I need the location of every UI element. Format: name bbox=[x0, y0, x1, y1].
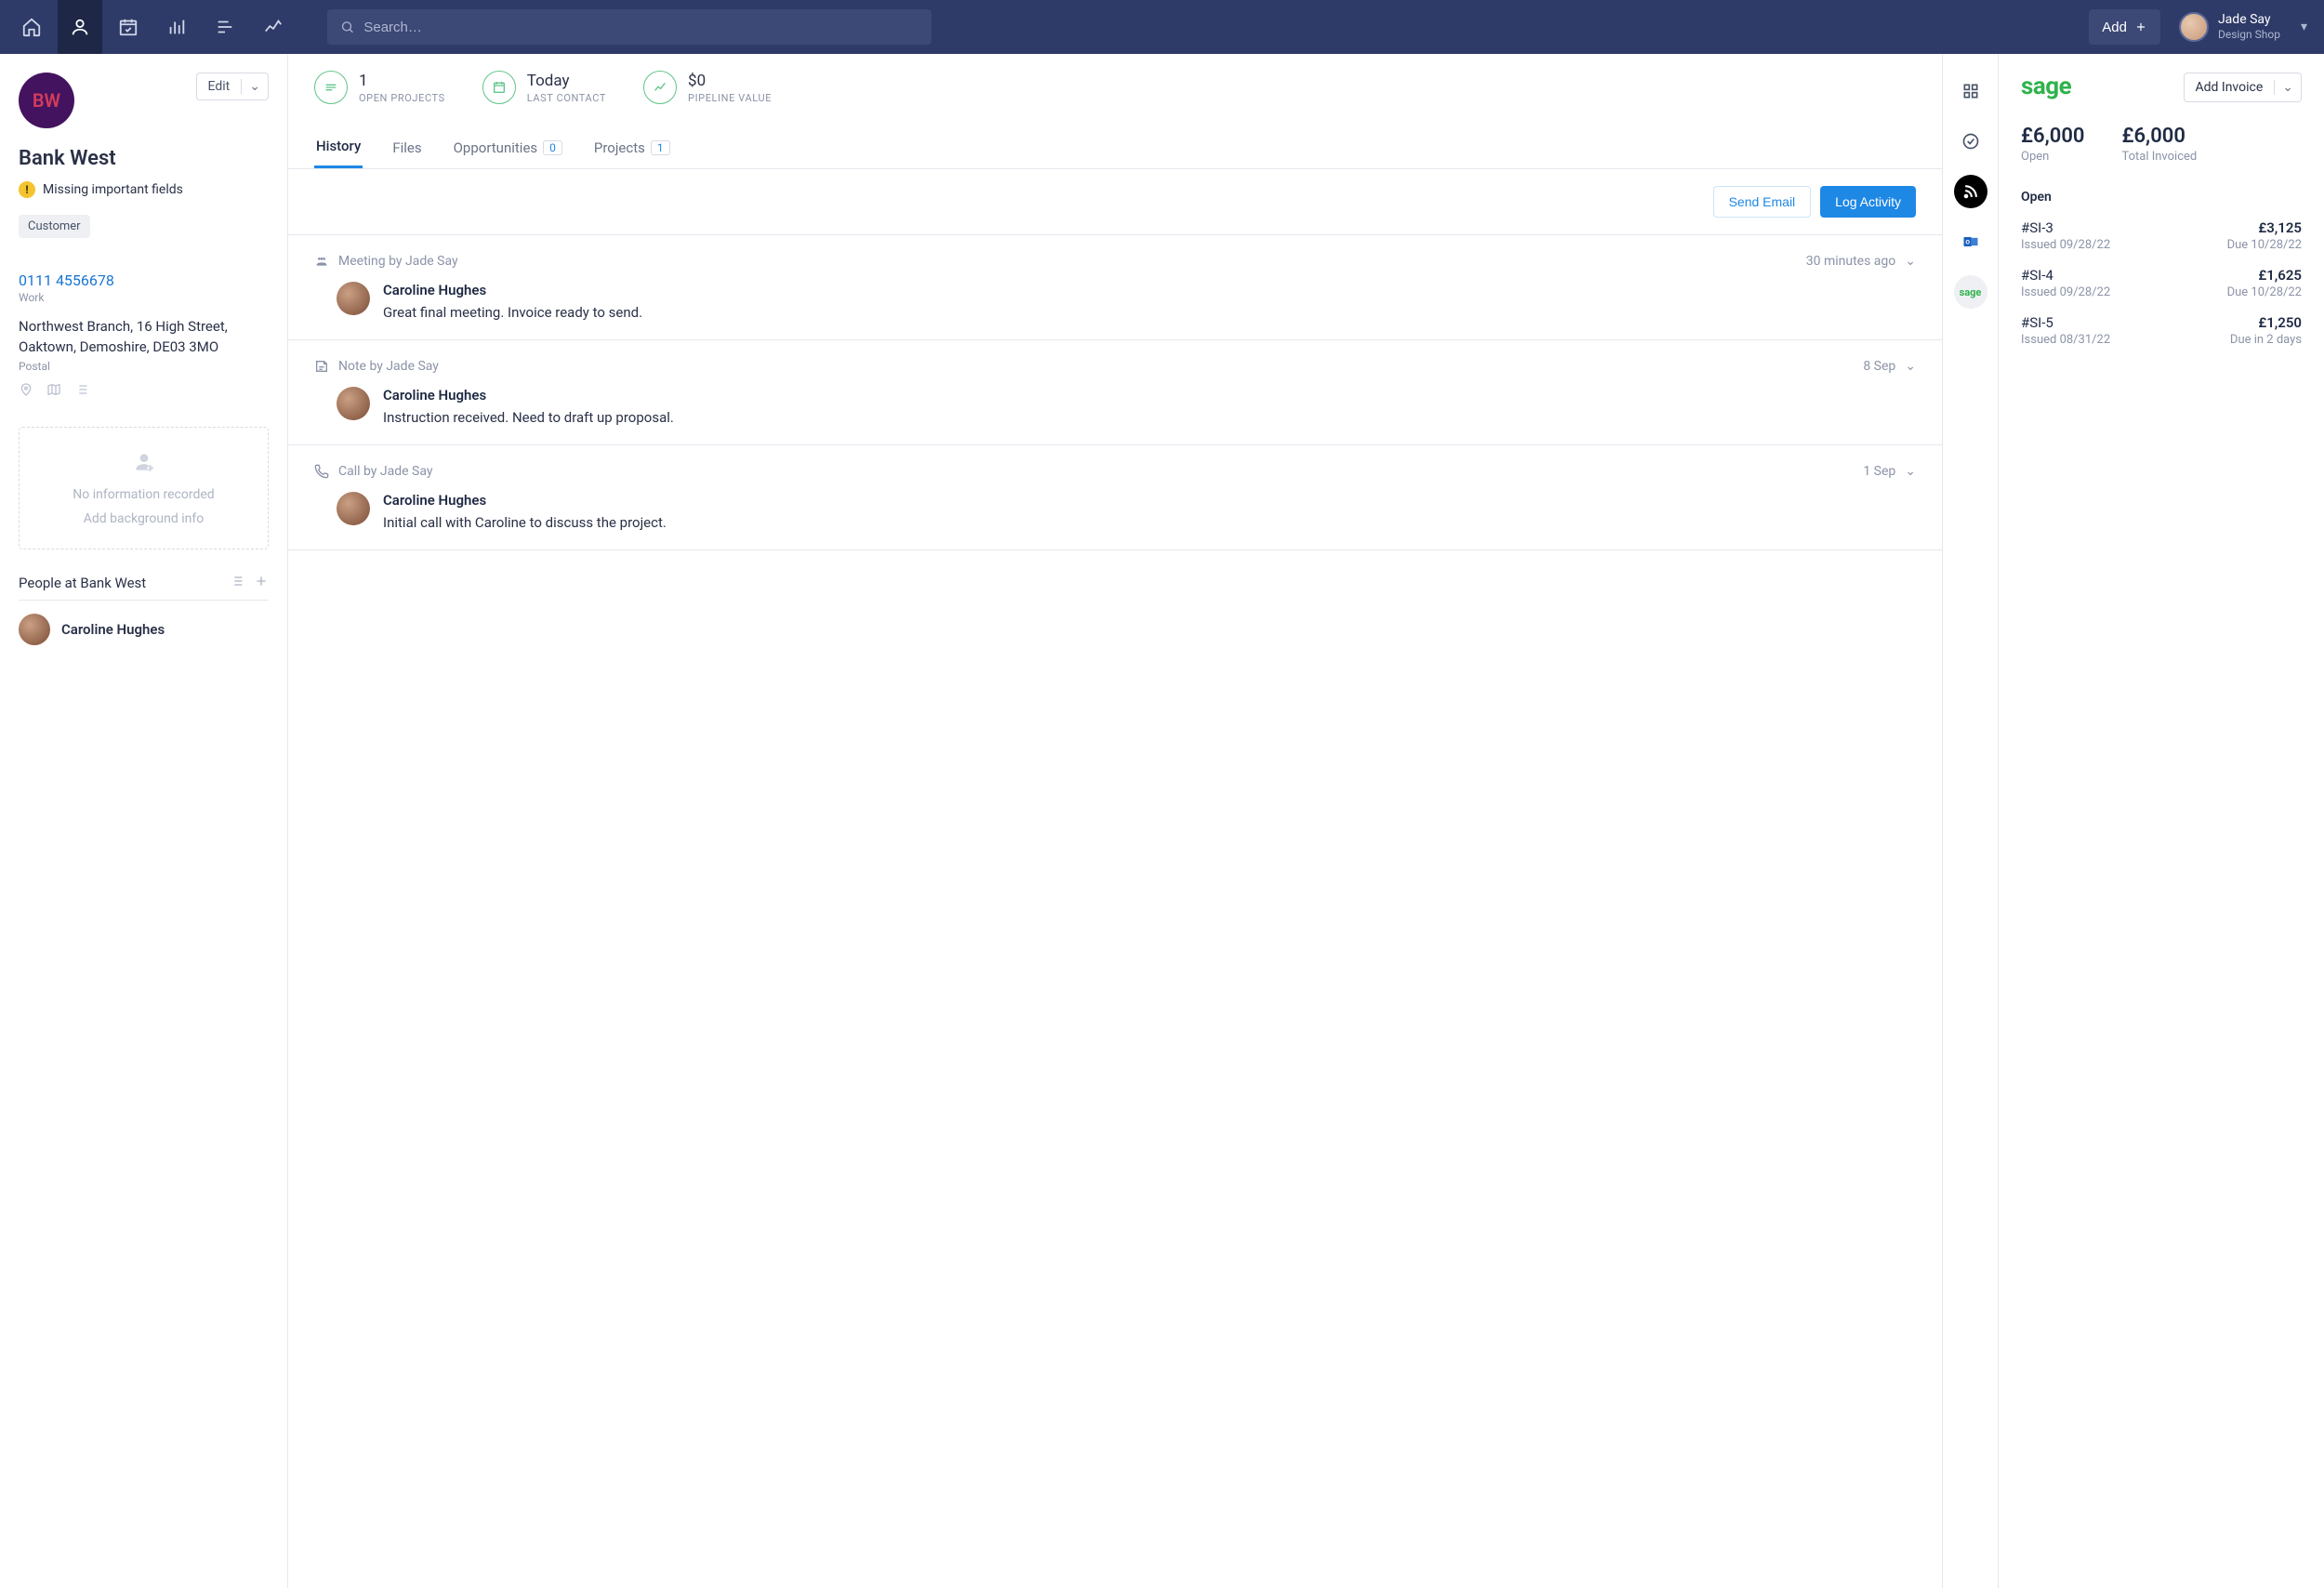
caret-down-icon: ▾ bbox=[2301, 20, 2307, 34]
rail-outlook-icon[interactable]: O bbox=[1954, 225, 1987, 258]
map-icon[interactable] bbox=[46, 382, 61, 401]
chevron-down-icon[interactable]: ⌄ bbox=[1905, 254, 1916, 269]
left-panel: BW Edit ⌄ Bank West ! Missing important … bbox=[0, 54, 288, 1588]
people-list-icon[interactable] bbox=[230, 574, 244, 592]
user-menu[interactable]: Jade Say Design Shop ▾ bbox=[2179, 12, 2307, 42]
total-open: £6,000 Open bbox=[2021, 125, 2084, 164]
add-button[interactable]: Add bbox=[2089, 9, 2160, 45]
feed-item: Meeting by Jade Say 30 minutes ago⌄ Caro… bbox=[288, 235, 1942, 340]
invoice-row[interactable]: #SI-3Issued 09/28/22 £3,125Due 10/28/22 bbox=[2021, 219, 2302, 252]
feed-time: 1 Sep bbox=[1863, 464, 1895, 479]
calendar-icon bbox=[482, 71, 516, 104]
nav-calendar[interactable] bbox=[106, 0, 151, 54]
invoice-row[interactable]: #SI-4Issued 09/28/22 £1,625Due 10/28/22 bbox=[2021, 267, 2302, 299]
tab-opportunities[interactable]: Opportunities0 bbox=[452, 126, 564, 168]
edit-label[interactable]: Edit bbox=[197, 79, 242, 94]
chevron-down-icon[interactable]: ⌄ bbox=[1905, 359, 1916, 374]
people-title: People at Bank West bbox=[19, 575, 146, 591]
feed-time: 30 minutes ago bbox=[1806, 254, 1896, 269]
tab-files[interactable]: Files bbox=[390, 126, 423, 168]
feed-item: Note by Jade Say 8 Sep⌄ Caroline HughesI… bbox=[288, 340, 1942, 445]
section-open: Open bbox=[2021, 190, 2302, 205]
nav-tasks[interactable] bbox=[203, 0, 247, 54]
plus-icon bbox=[2134, 20, 2147, 33]
stat-last-contact[interactable]: TodayLAST CONTACT bbox=[482, 71, 606, 104]
person-plus-icon bbox=[29, 450, 258, 478]
nav-home[interactable] bbox=[9, 0, 54, 54]
invoice-row[interactable]: #SI-5Issued 08/31/22 £1,250Due in 2 days bbox=[2021, 314, 2302, 347]
svg-text:O: O bbox=[1965, 239, 1970, 246]
integrations-rail: O sage bbox=[1943, 54, 1999, 1588]
rail-sage-icon[interactable]: sage bbox=[1954, 275, 1987, 309]
warning-text: Missing important fields bbox=[43, 182, 183, 197]
person-name: Caroline Hughes bbox=[61, 621, 165, 638]
stat-pipeline-value[interactable]: $0PIPELINE VALUE bbox=[643, 71, 772, 104]
chevron-down-icon[interactable]: ⌄ bbox=[2274, 80, 2301, 95]
user-name: Jade Say bbox=[2218, 12, 2280, 28]
chevron-down-icon[interactable]: ⌄ bbox=[241, 79, 268, 94]
projects-icon bbox=[314, 71, 348, 104]
nav-contacts[interactable] bbox=[58, 0, 102, 54]
search-box[interactable] bbox=[327, 9, 931, 45]
pin-icon[interactable] bbox=[19, 382, 33, 401]
feed-avatar bbox=[337, 282, 370, 315]
note-icon bbox=[314, 359, 329, 374]
person-avatar bbox=[19, 614, 50, 645]
placeholder-line1: No information recorded bbox=[29, 487, 258, 502]
calendar-check-icon bbox=[118, 17, 139, 37]
customer-tag[interactable]: Customer bbox=[19, 215, 90, 238]
add-label: Add bbox=[2102, 20, 2127, 35]
main-panel: 1OPEN PROJECTS TodayLAST CONTACT $0PIPEL… bbox=[288, 54, 1943, 1588]
stat-open-projects[interactable]: 1OPEN PROJECTS bbox=[314, 71, 445, 104]
nav-pipeline[interactable] bbox=[154, 0, 199, 54]
total-invoiced: £6,000 Total Invoiced bbox=[2121, 125, 2197, 164]
tab-history[interactable]: History bbox=[314, 126, 363, 168]
background-info-placeholder[interactable]: No information recorded Add background i… bbox=[19, 427, 269, 549]
nav-reports[interactable] bbox=[251, 0, 296, 54]
feed-avatar bbox=[337, 492, 370, 525]
feed-item: Call by Jade Say 1 Sep⌄ Caroline HughesI… bbox=[288, 445, 1942, 550]
list-small-icon[interactable] bbox=[74, 382, 89, 401]
sage-logo: sage bbox=[2021, 73, 2071, 100]
feed-time: 8 Sep bbox=[1863, 359, 1895, 374]
user-sub: Design Shop bbox=[2218, 28, 2280, 41]
phone-icon bbox=[314, 464, 329, 479]
edit-button[interactable]: Edit ⌄ bbox=[196, 73, 269, 100]
chevron-down-icon[interactable]: ⌄ bbox=[1905, 464, 1916, 479]
tab-projects[interactable]: Projects1 bbox=[592, 126, 672, 168]
phone-link[interactable]: 0111 4556678 bbox=[19, 271, 269, 289]
log-activity-button[interactable]: Log Activity bbox=[1820, 186, 1916, 218]
placeholder-line2: Add background info bbox=[29, 511, 258, 526]
meeting-icon bbox=[314, 254, 329, 269]
trend-up-icon bbox=[643, 71, 677, 104]
list-icon bbox=[215, 17, 235, 37]
org-name: Bank West bbox=[19, 147, 269, 170]
rail-apps-icon[interactable] bbox=[1954, 74, 1987, 108]
trend-icon bbox=[263, 17, 284, 37]
rail-feed-icon[interactable] bbox=[1954, 175, 1987, 208]
feed-avatar bbox=[337, 387, 370, 420]
add-invoice-button[interactable]: Add Invoice ⌄ bbox=[2184, 73, 2303, 102]
person-row[interactable]: Caroline Hughes bbox=[19, 614, 269, 645]
bars-icon bbox=[166, 17, 187, 37]
person-icon bbox=[70, 17, 90, 37]
people-add-icon[interactable] bbox=[254, 574, 269, 592]
home-icon bbox=[21, 17, 42, 37]
address-label: Postal bbox=[19, 360, 269, 373]
topbar: Add Jade Say Design Shop ▾ bbox=[0, 0, 2324, 54]
right-panel: sage Add Invoice ⌄ £6,000 Open £6,000 To… bbox=[1999, 54, 2324, 1588]
warning-icon: ! bbox=[19, 181, 35, 198]
address: Northwest Branch, 16 High Street, Oaktow… bbox=[19, 317, 269, 358]
search-input[interactable] bbox=[363, 20, 918, 35]
rail-check-icon[interactable] bbox=[1954, 125, 1987, 158]
user-avatar bbox=[2179, 12, 2209, 42]
phone-label: Work bbox=[19, 291, 269, 304]
search-icon bbox=[340, 20, 354, 34]
org-avatar: BW bbox=[19, 73, 74, 128]
warning-row[interactable]: ! Missing important fields bbox=[19, 181, 269, 198]
send-email-button[interactable]: Send Email bbox=[1713, 186, 1812, 218]
